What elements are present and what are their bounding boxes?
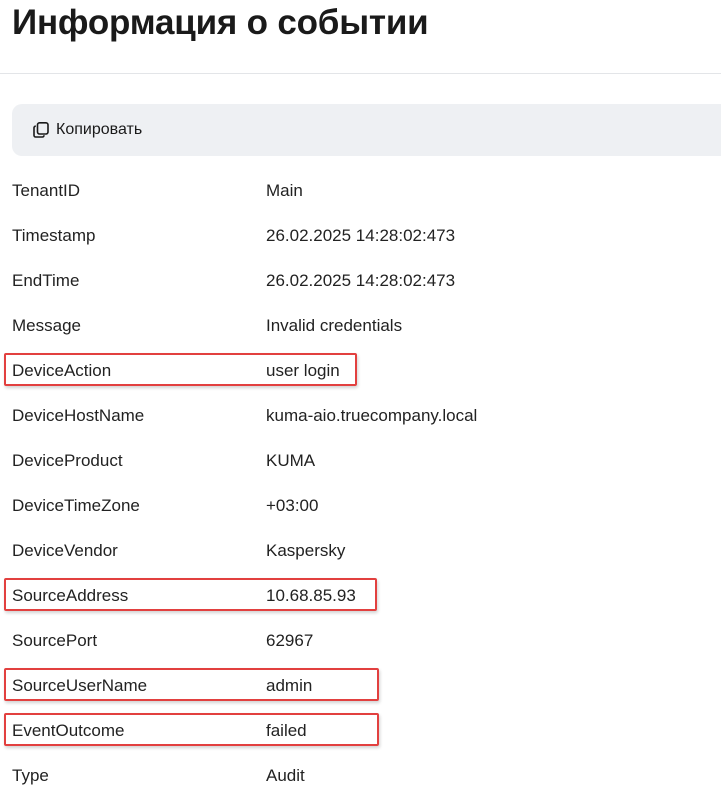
field-value: Main xyxy=(266,181,303,200)
field-value: Invalid credentials xyxy=(266,316,403,335)
field-row-sourceaddress: SourceAddress 10.68.85.93 xyxy=(0,573,721,618)
field-row-message: Message Invalid credentials xyxy=(0,303,721,348)
field-row-deviceproduct: DeviceProduct KUMA xyxy=(0,438,721,483)
event-toolbar: Копировать xyxy=(12,104,721,156)
copy-icon xyxy=(32,121,50,139)
field-value: 62967 xyxy=(266,631,314,650)
field-row-devicevendor: DeviceVendor Kaspersky xyxy=(0,528,721,573)
page-title: Информация о событии xyxy=(12,3,429,42)
field-value: 26.02.2025 14:28:02:473 xyxy=(266,226,456,245)
field-key: Timestamp xyxy=(12,226,96,245)
field-row-sourceport: SourcePort 62967 xyxy=(0,618,721,663)
field-value: 10.68.85.93 xyxy=(266,586,356,605)
field-row-devicehostname: DeviceHostName kuma-aio.truecompany.local xyxy=(0,393,721,438)
field-row-endtime: EndTime 26.02.2025 14:28:02:473 xyxy=(0,258,721,303)
field-value: 26.02.2025 14:28:02:473 xyxy=(266,271,456,290)
field-key: SourcePort xyxy=(12,631,98,650)
field-row-eventoutcome: EventOutcome failed xyxy=(0,708,721,753)
field-row-deviceaction: DeviceAction user login xyxy=(0,348,721,393)
field-row-devicetimezone: DeviceTimeZone +03:00 xyxy=(0,483,721,528)
field-key: DeviceProduct xyxy=(12,451,123,470)
field-key: SourceUserName xyxy=(12,676,148,695)
field-value: KUMA xyxy=(266,451,316,470)
field-key: SourceAddress xyxy=(12,586,129,605)
field-row-timestamp: Timestamp 26.02.2025 14:28:02:473 xyxy=(0,213,721,258)
title-divider xyxy=(0,73,721,74)
field-row-tenantid: TenantID Main xyxy=(0,168,721,213)
field-key: Message xyxy=(12,316,81,335)
field-value: kuma-aio.truecompany.local xyxy=(266,406,478,425)
field-key: TenantID xyxy=(12,181,81,200)
field-key: EventOutcome xyxy=(12,721,125,740)
field-key: DeviceVendor xyxy=(12,541,118,560)
field-value: failed xyxy=(266,721,307,740)
field-key: Type xyxy=(12,766,49,785)
field-value: admin xyxy=(266,676,313,695)
event-field-list: TenantID Main Timestamp 26.02.2025 14:28:02… xyxy=(0,168,721,798)
copy-button[interactable]: Копировать xyxy=(32,118,142,142)
field-key: DeviceTimeZone xyxy=(12,496,140,515)
field-key: EndTime xyxy=(12,271,80,290)
field-key: DeviceHostName xyxy=(12,406,145,425)
field-value: +03:00 xyxy=(266,496,319,515)
field-value: user login xyxy=(266,361,340,380)
field-value: Kaspersky xyxy=(266,541,346,560)
field-key: DeviceAction xyxy=(12,361,112,380)
field-row-type: Type Audit xyxy=(0,753,721,798)
field-row-sourceusername: SourceUserName admin xyxy=(0,663,721,708)
field-value: Audit xyxy=(266,766,305,785)
copy-button-label: Копировать xyxy=(56,121,143,138)
